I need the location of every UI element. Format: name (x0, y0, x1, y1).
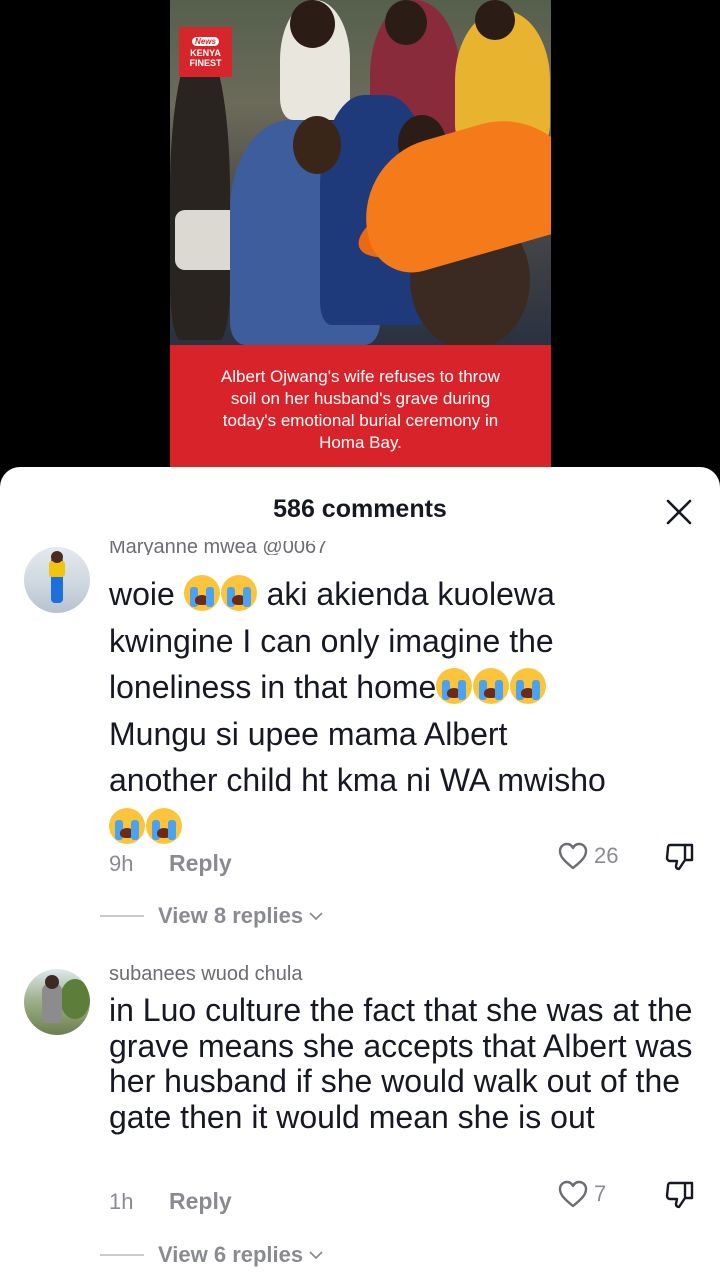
comment-text-segment: loneliness in that home (109, 669, 437, 705)
comment-line: another child ht kma ni WA mwisho (109, 762, 606, 798)
reply-button[interactable]: Reply (169, 1188, 232, 1215)
comment-text: woie aki akienda kuolewa kwingine I can … (109, 571, 709, 850)
chevron-down-icon (309, 1251, 323, 1260)
loudly-crying-face-emoji-icon (473, 668, 510, 704)
comment-meta: 1h Reply (109, 1188, 232, 1215)
reply-button[interactable]: Reply (169, 850, 232, 877)
like-count: 26 (594, 843, 619, 868)
crowd-head (475, 0, 515, 40)
comment-line: Mungu si upee mama Albert (109, 715, 508, 752)
loudly-crying-face-emoji-icon (109, 807, 145, 844)
comment-time: 9h (109, 850, 134, 876)
comment-line (109, 804, 709, 851)
comment-line: woie aki akienda kuolewa (109, 571, 709, 618)
video-caption-band: Albert Ojwang's wife refuses to throw so… (170, 345, 551, 475)
view-replies-label: View 6 replies (158, 1242, 304, 1267)
comment-time: 1h (109, 1188, 134, 1214)
chevron-down-icon (309, 912, 323, 921)
comment-line: loneliness in that home (109, 664, 709, 711)
loudly-crying-face-emoji-icon (146, 807, 182, 844)
video-caption: Albert Ojwang's wife refuses to throw so… (220, 367, 501, 452)
comment-username[interactable]: subanees wuod chula (109, 963, 302, 986)
woman-head (293, 116, 341, 174)
avatar-figure (49, 561, 65, 577)
comment-username[interactable]: Maryanne mwea @0067 (109, 541, 327, 555)
logo-line-2: FINEST (189, 57, 222, 68)
kenya-finest-logo: News KENYA FINEST (179, 27, 232, 77)
like-button[interactable]: 26 (557, 841, 618, 871)
logo-badge: News (192, 36, 219, 46)
comments-header: 586 comments (0, 467, 720, 547)
crowd-head (290, 0, 335, 48)
thumbs-down-icon (665, 1181, 694, 1209)
avatar-figure (51, 551, 63, 563)
loudly-crying-face-emoji-icon (183, 575, 220, 611)
view-replies-divider (100, 1254, 144, 1256)
thumbs-down-icon (665, 843, 694, 871)
crowd-head (385, 0, 427, 45)
video-frame[interactable]: News KENYA FINEST Albert Ojwang's wife r… (170, 0, 551, 475)
loudly-crying-face-emoji-icon (510, 668, 547, 704)
avatar-figure (42, 983, 62, 1023)
dislike-button[interactable] (664, 1179, 696, 1211)
comment-text: in Luo culture the fact that she was at … (109, 992, 693, 1135)
comments-sheet: 586 comments Maryanne mwea @0067 woie ak… (0, 467, 720, 1275)
heart-outline-icon (558, 1180, 588, 1208)
comment-text-segment: woie (109, 576, 175, 612)
heart-outline-icon (558, 842, 588, 870)
avatar-figure (45, 975, 59, 989)
avatar-figure (60, 979, 90, 1019)
avatar[interactable] (24, 547, 90, 613)
view-replies-label: View 8 replies (158, 903, 304, 928)
comment-text-segment: aki akienda kuolewa (266, 576, 555, 612)
comment-line: kwingine I can only imagine the (109, 622, 554, 659)
view-replies-divider (100, 915, 144, 917)
avatar[interactable] (24, 969, 90, 1035)
comments-count-title: 586 comments (273, 495, 447, 523)
dislike-button[interactable] (664, 841, 696, 873)
view-replies-button[interactable]: View 6 replies (100, 1242, 323, 1268)
like-count: 7 (594, 1181, 607, 1206)
close-icon (666, 499, 692, 525)
loudly-crying-face-emoji-icon (436, 668, 473, 704)
comment-meta: 9h Reply (109, 850, 232, 877)
close-button[interactable] (664, 497, 694, 527)
view-replies-button[interactable]: View 8 replies (100, 903, 323, 929)
video-player[interactable]: News KENYA FINEST Albert Ojwang's wife r… (0, 0, 720, 475)
logo-line-1: KENYA (190, 47, 221, 58)
video-scene-image: News KENYA FINEST (170, 0, 551, 350)
like-button[interactable]: 7 (557, 1179, 606, 1209)
loudly-crying-face-emoji-icon (220, 575, 257, 611)
crowd-person (170, 40, 230, 340)
